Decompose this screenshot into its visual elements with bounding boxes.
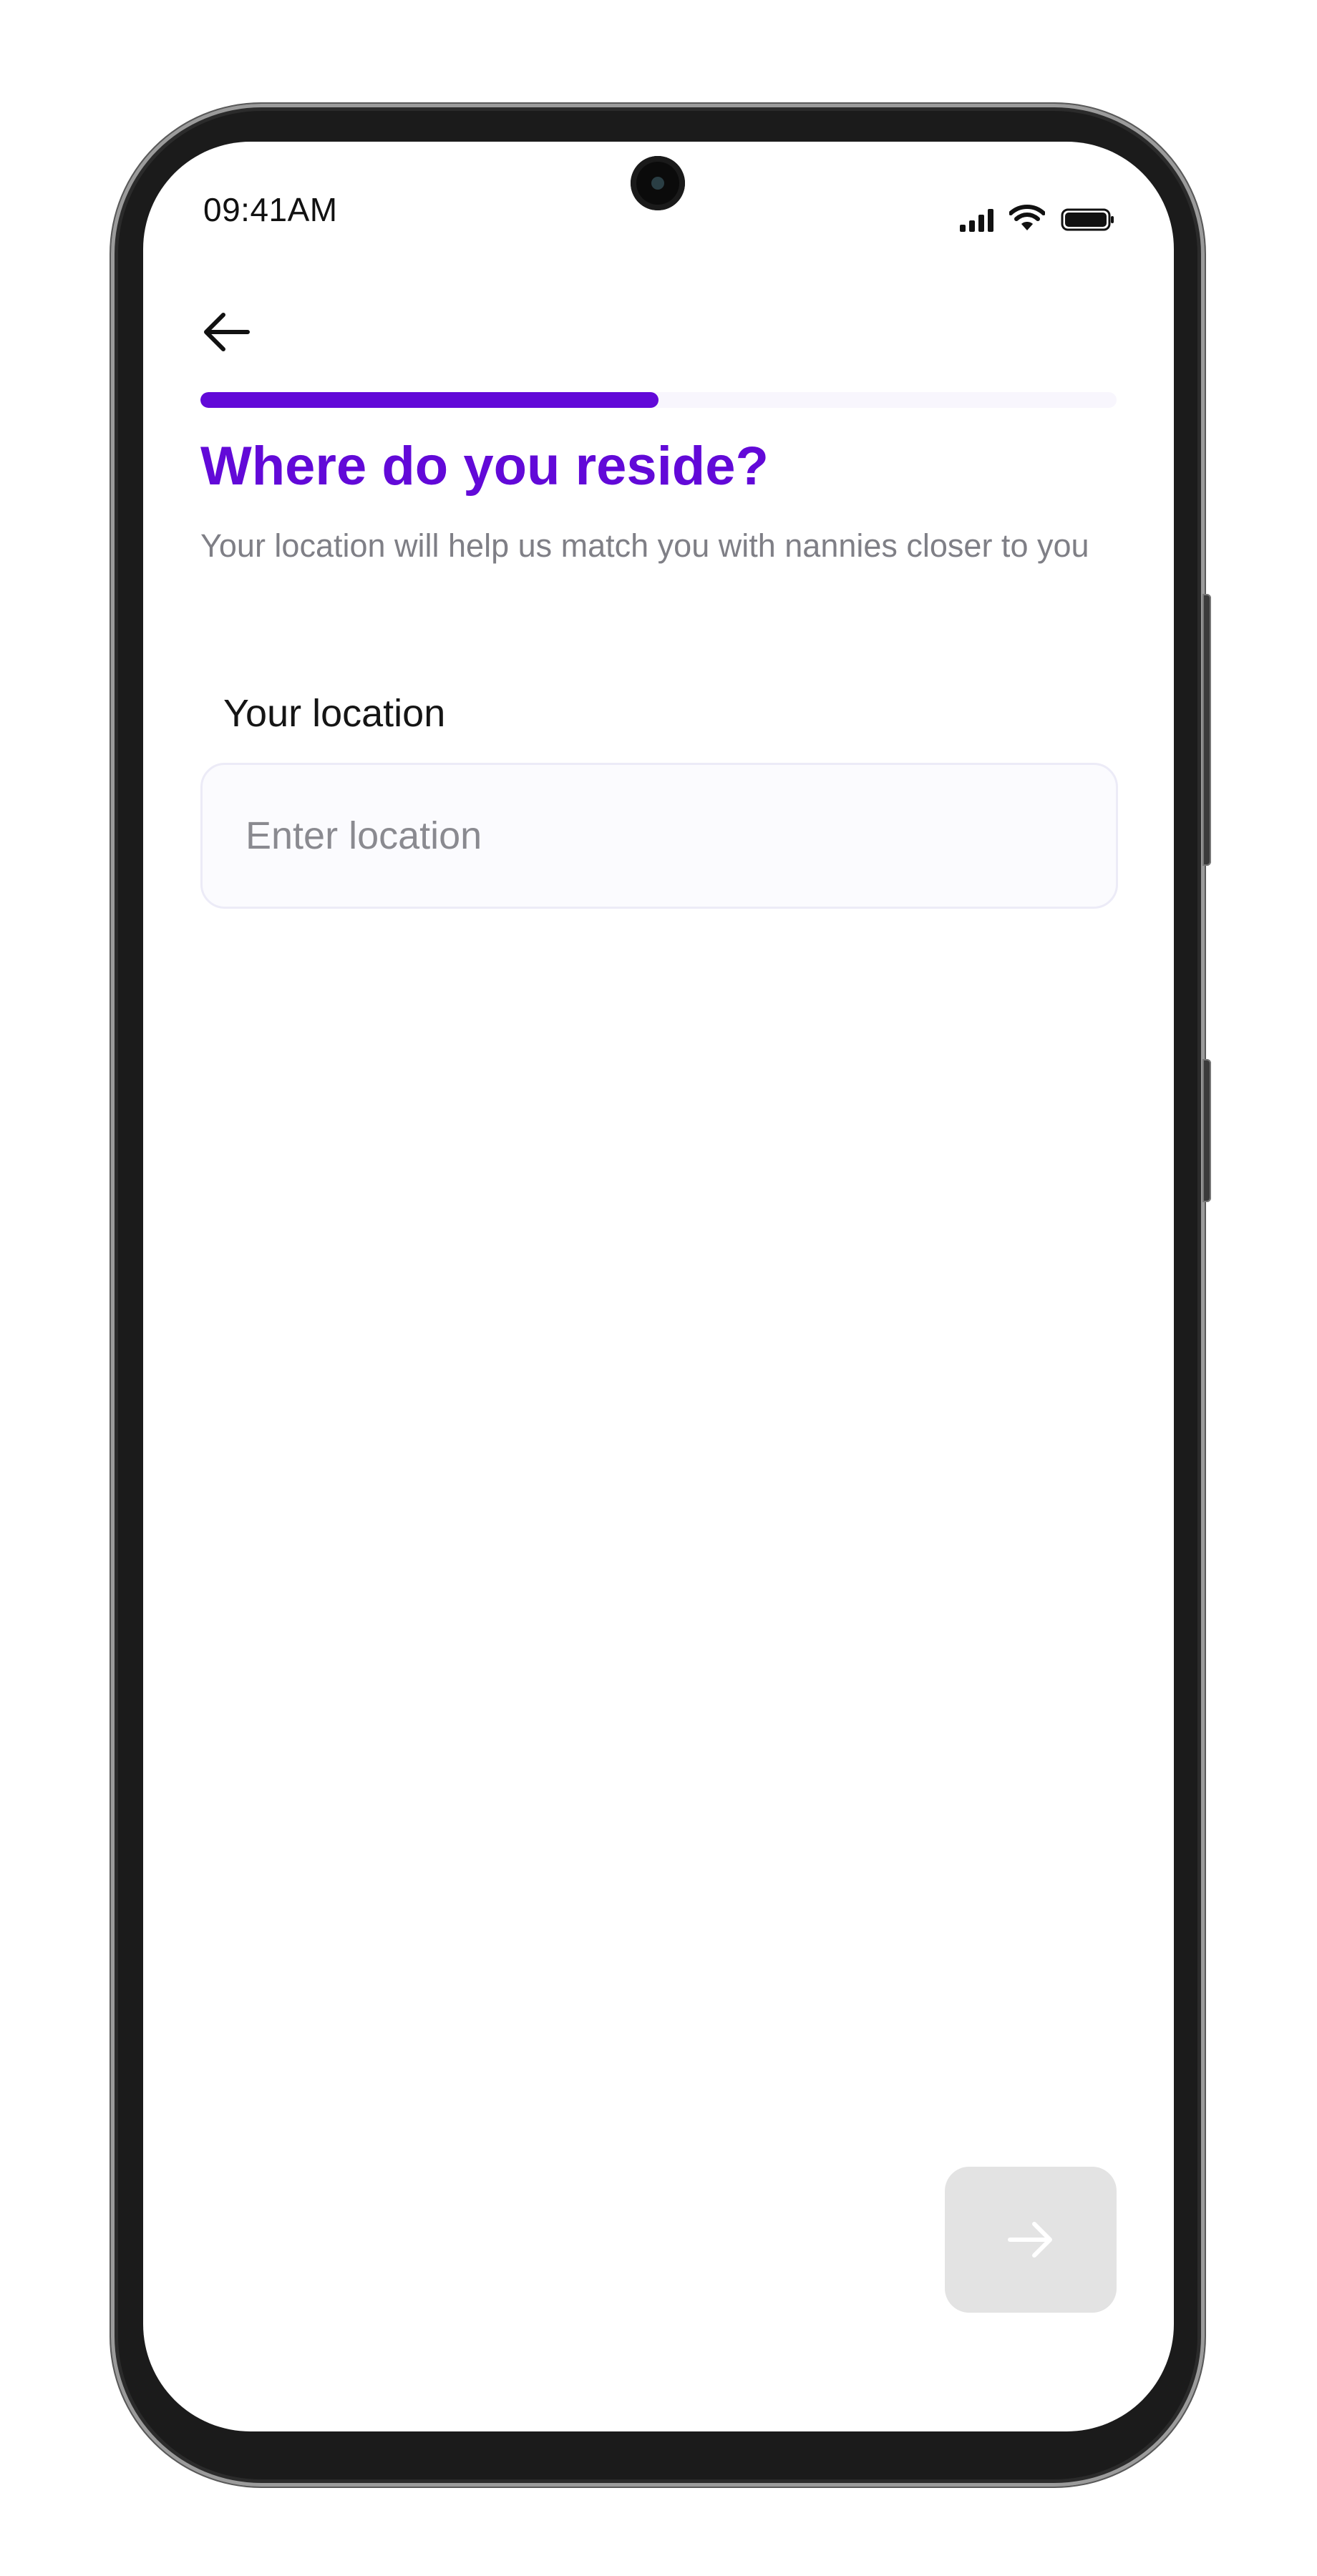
page-subtitle: Your location will help us match you wit… xyxy=(200,527,1089,564)
progress-fill xyxy=(200,392,658,408)
front-camera xyxy=(631,156,685,210)
arrow-left-icon xyxy=(204,313,250,351)
power-button xyxy=(1202,1059,1211,1202)
status-time: 09:41AM xyxy=(203,191,338,228)
battery-icon xyxy=(1061,208,1114,231)
page-title: Where do you reside? xyxy=(200,436,769,497)
app-screen: 09:41AM Where do you reside? Your locati… xyxy=(143,142,1174,2431)
arrow-right-icon xyxy=(1008,2222,1052,2258)
location-field-label: Your location xyxy=(223,692,446,735)
back-button[interactable] xyxy=(199,305,253,359)
onboarding-progress-bar xyxy=(200,392,1117,408)
signal-icon xyxy=(960,209,993,232)
wifi-icon xyxy=(1009,205,1045,230)
status-icons xyxy=(960,205,1115,232)
volume-button xyxy=(1202,594,1211,866)
location-input[interactable] xyxy=(200,763,1118,909)
next-button[interactable] xyxy=(945,2167,1117,2313)
